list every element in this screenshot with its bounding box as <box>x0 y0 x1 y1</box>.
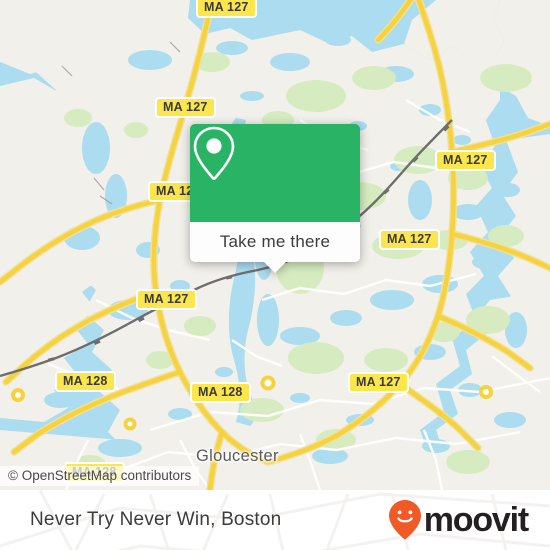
popup-action-area[interactable]: Take me there <box>190 222 360 273</box>
popup-tail <box>264 262 286 273</box>
road-shield: MA 127 <box>379 229 440 250</box>
road-shield: MA 127 <box>155 97 216 118</box>
moovit-pin-smiley-icon <box>388 500 421 540</box>
road-shield: MA 128 <box>55 371 116 392</box>
road-shield: MA 127 <box>348 372 409 393</box>
map-pin-icon <box>193 126 235 180</box>
take-me-there-label: Take me there <box>219 232 331 251</box>
map-attribution[interactable]: © OpenStreetMap contributors <box>0 466 200 486</box>
map-canvas[interactable]: MA 127 MA 127 MA 127 MA 127 MA 127 MA 12… <box>0 0 550 490</box>
road-shield: MA 127 <box>136 289 197 310</box>
city-label-gloucester: Gloucester <box>196 447 279 465</box>
moovit-wordmark: moovit <box>423 501 529 539</box>
place-title: Never Try Never Win, Boston <box>30 509 282 530</box>
moovit-map-share-card: MA 127 MA 127 MA 127 MA 127 MA 127 MA 12… <box>0 0 550 550</box>
destination-popup-card[interactable]: Take me there <box>190 124 360 273</box>
bottom-info-bar: Never Try Never Win, Boston moovit <box>0 490 550 550</box>
moovit-logo[interactable]: moovit <box>388 499 529 541</box>
road-shield: MA 128 <box>190 382 251 403</box>
road-shield: MA 127 <box>435 150 496 171</box>
popup-icon-area <box>190 124 360 222</box>
road-shield: MA 127 <box>196 0 257 18</box>
